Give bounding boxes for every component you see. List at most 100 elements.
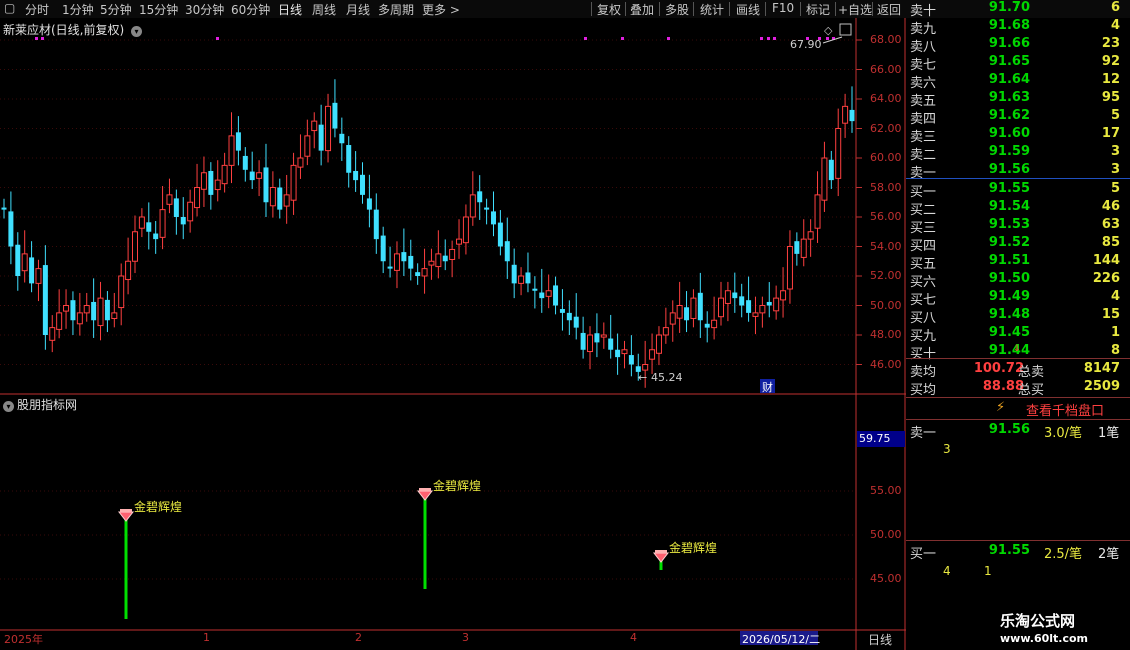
- candle-body: [821, 157, 828, 201]
- ask-level-4[interactable]: 卖七 91.65 92: [908, 54, 1130, 73]
- avg-bid-label: 买均: [910, 383, 937, 398]
- event-marker-dot[interactable]: [216, 37, 219, 40]
- date-label-month-3: 3: [462, 631, 469, 644]
- kline-chart[interactable]: 金碧辉煌金碧辉煌金碧辉煌 67.90 ← 45.24 ◇ 财: [0, 0, 906, 650]
- gem-top-icon: [655, 550, 667, 553]
- candle-body: [849, 109, 855, 122]
- ask-level-price: 91.59: [988, 144, 1030, 159]
- candle-body: [724, 290, 731, 304]
- candle-body: [208, 170, 214, 195]
- ask-level-3[interactable]: 卖八 91.66 23: [908, 36, 1130, 55]
- ask-level-9[interactable]: 卖二 91.59 3: [908, 144, 1130, 163]
- candle-body: [469, 194, 476, 218]
- bid-level-8[interactable]: 买八 91.48 15: [908, 307, 1130, 326]
- maximize-icon[interactable]: [839, 23, 852, 36]
- candle-body: [76, 312, 83, 325]
- candle-body: [662, 327, 669, 336]
- event-marker-dot[interactable]: [773, 37, 776, 40]
- candle-body: [532, 288, 538, 291]
- bid-level-price: 91.45: [988, 325, 1030, 340]
- bid-level-6[interactable]: 买六 91.50 226: [908, 271, 1130, 290]
- ask-level-8[interactable]: 卖三 91.60 17: [908, 126, 1130, 145]
- candle-body: [318, 124, 324, 151]
- ask-level-2[interactable]: 卖九 91.68 4: [908, 18, 1130, 37]
- candle-body: [380, 235, 386, 262]
- ask-level-price: 91.63: [988, 90, 1030, 105]
- bid1-label: 买一: [910, 547, 937, 562]
- candles: [1, 79, 855, 388]
- candle-body: [497, 222, 503, 247]
- candle-body: [360, 174, 366, 195]
- candle-body: [29, 257, 35, 284]
- period-label[interactable]: 日线: [868, 631, 892, 648]
- bid-level-volume: 144: [1092, 253, 1120, 268]
- bid-level-2[interactable]: 买二 91.54 46: [908, 199, 1130, 218]
- bid-level-5[interactable]: 买五 91.51 144: [908, 253, 1130, 272]
- candle-body: [83, 305, 90, 314]
- orderbook-divider: [906, 540, 1130, 541]
- orderbook-divider: [906, 397, 1130, 398]
- bid-level-volume: 8: [1110, 343, 1120, 358]
- ask-level-price: 91.70: [988, 0, 1030, 15]
- bid-level-4[interactable]: 买四 91.52 85: [908, 235, 1130, 254]
- candle-body: [435, 253, 442, 268]
- event-marker-dot[interactable]: [826, 37, 829, 40]
- candle-body: [194, 187, 201, 209]
- bid-level-9[interactable]: 买九 91.45 1: [908, 325, 1130, 344]
- event-markers: [35, 37, 835, 40]
- candle-body: [146, 222, 152, 232]
- ask-level-price: 91.56: [988, 162, 1030, 177]
- event-marker-dot[interactable]: [584, 37, 587, 40]
- signal-label: 金碧辉煌: [433, 478, 481, 493]
- bid-level-label: 买四: [910, 239, 937, 254]
- candle-body: [615, 349, 621, 358]
- event-marker-dot[interactable]: [767, 37, 770, 40]
- candle-body: [304, 135, 311, 157]
- candle-body: [780, 290, 787, 301]
- ask-level-7[interactable]: 卖四 91.62 5: [908, 108, 1130, 127]
- candle-body: [835, 128, 842, 179]
- event-marker-dot[interactable]: [35, 37, 38, 40]
- candle-body: [200, 172, 207, 190]
- bid-level-label: 买十: [910, 347, 937, 362]
- event-marker-dot[interactable]: [667, 37, 670, 40]
- date-label-month-1: 1: [203, 631, 210, 644]
- candle-body: [704, 323, 710, 328]
- event-marker-dot[interactable]: [621, 37, 624, 40]
- total-bid-label: 总买: [1018, 383, 1045, 398]
- bid-level-3[interactable]: 买三 91.53 63: [908, 217, 1130, 236]
- bid-level-7[interactable]: 买七 91.49 4: [908, 289, 1130, 308]
- candle-body: [669, 312, 676, 325]
- ask-level-5[interactable]: 卖六 91.64 12: [908, 72, 1130, 91]
- ask1-avg: 3.0/笔: [1044, 426, 1083, 441]
- high-price-label: 67.90: [790, 38, 822, 51]
- bid-level-price: 91.49: [988, 289, 1030, 304]
- watermark-name: 乐淘公式网: [1000, 612, 1076, 630]
- signal-label: 金碧辉煌: [669, 540, 717, 555]
- bid-level-1[interactable]: 买一 91.55 5: [908, 181, 1130, 200]
- bid-level-label: 买三: [910, 221, 937, 236]
- candle-body: [353, 170, 359, 181]
- ask-level-6[interactable]: 卖五 91.63 95: [908, 90, 1130, 109]
- candle-body: [566, 312, 572, 321]
- date-label-month-2: 2: [355, 631, 362, 644]
- candle-body: [15, 244, 21, 276]
- candle-body: [49, 327, 56, 341]
- bid1-count: 2笔: [1098, 547, 1120, 562]
- up-arrow-icon: ⇑: [1013, 1, 1021, 11]
- depth-view-button[interactable]: 查看千档盘口: [1026, 400, 1104, 419]
- candle-body: [642, 364, 649, 371]
- bid-level-volume: 226: [1092, 271, 1120, 286]
- event-marker-dot[interactable]: [41, 37, 44, 40]
- candle-body: [401, 252, 407, 262]
- avg-ask-row: 卖均 100.72 总卖 8147: [908, 361, 1130, 380]
- candle-body: [63, 305, 70, 312]
- candle-body: [766, 301, 772, 306]
- signal-label: 金碧辉煌: [134, 499, 182, 514]
- bid-level-label: 买九: [910, 329, 937, 344]
- diamond-icon[interactable]: ◇: [824, 24, 833, 37]
- candle-body: [125, 260, 132, 281]
- event-marker-dot[interactable]: [760, 37, 763, 40]
- low-price-label: 45.24: [651, 371, 683, 384]
- candle-body: [649, 349, 656, 360]
